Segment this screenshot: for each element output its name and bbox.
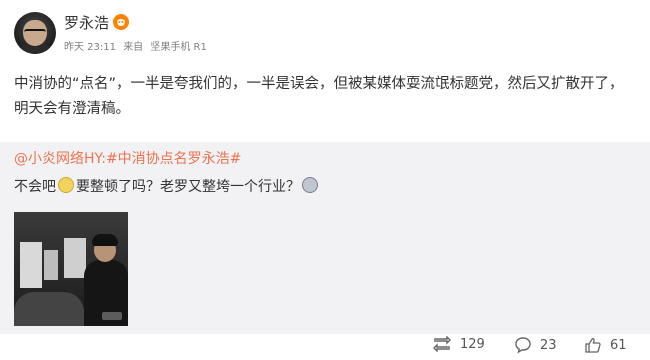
photo-watermark <box>102 312 122 320</box>
repost-text-part1: 不会吧 <box>14 179 56 195</box>
eye-emoji-icon <box>302 177 318 193</box>
post-meta: 昨天 23:11 来自 坚果手机 R1 <box>64 38 211 53</box>
repost-hashtag[interactable]: #中消协点名罗永浩# <box>106 151 241 167</box>
repost-icon <box>433 336 451 352</box>
photo-display-panel <box>44 250 58 280</box>
photo-display-panel <box>64 238 86 278</box>
action-bar: 129 23 61 <box>0 334 650 360</box>
post-text: 中消协的“点名”，一半是夸我们的，一半是误会，但被某媒体耍流氓标题党，然后又扩散… <box>14 76 624 117</box>
like-count: 61 <box>610 337 627 353</box>
repost-text: 不会吧 要整顿了吗？老罗又整垮一个行业？ <box>14 176 320 196</box>
comment-icon <box>515 337 531 354</box>
repost-mention[interactable]: @小炎网络HY: <box>14 151 106 167</box>
avatar[interactable] <box>14 12 56 54</box>
repost-photo[interactable] <box>14 212 128 326</box>
comment-button[interactable]: 23 <box>514 336 557 354</box>
photo-person-hair <box>92 234 118 246</box>
repost-count: 129 <box>460 336 485 352</box>
thumbs-up-icon <box>585 337 601 353</box>
source-prefix: 来自 <box>123 42 144 53</box>
post-time[interactable]: 昨天 23:11 <box>64 42 116 53</box>
repost-text-part2: 要整顿了吗？老罗又整垮一个行业？ <box>76 179 300 195</box>
post-source[interactable]: 坚果手机 R1 <box>150 42 207 53</box>
comment-count: 23 <box>540 337 557 353</box>
photo-display-panel <box>20 242 42 288</box>
repost-button[interactable]: 129 <box>432 336 485 352</box>
avatar-glasses <box>24 29 46 36</box>
vip-badge-icon <box>113 14 129 30</box>
photo-crowd <box>14 292 84 326</box>
username[interactable]: 罗永浩 <box>64 12 109 33</box>
like-button[interactable]: 61 <box>584 336 627 354</box>
doge-emoji-icon <box>58 177 74 193</box>
repost-header: @小炎网络HY:#中消协点名罗永浩# <box>14 148 241 168</box>
